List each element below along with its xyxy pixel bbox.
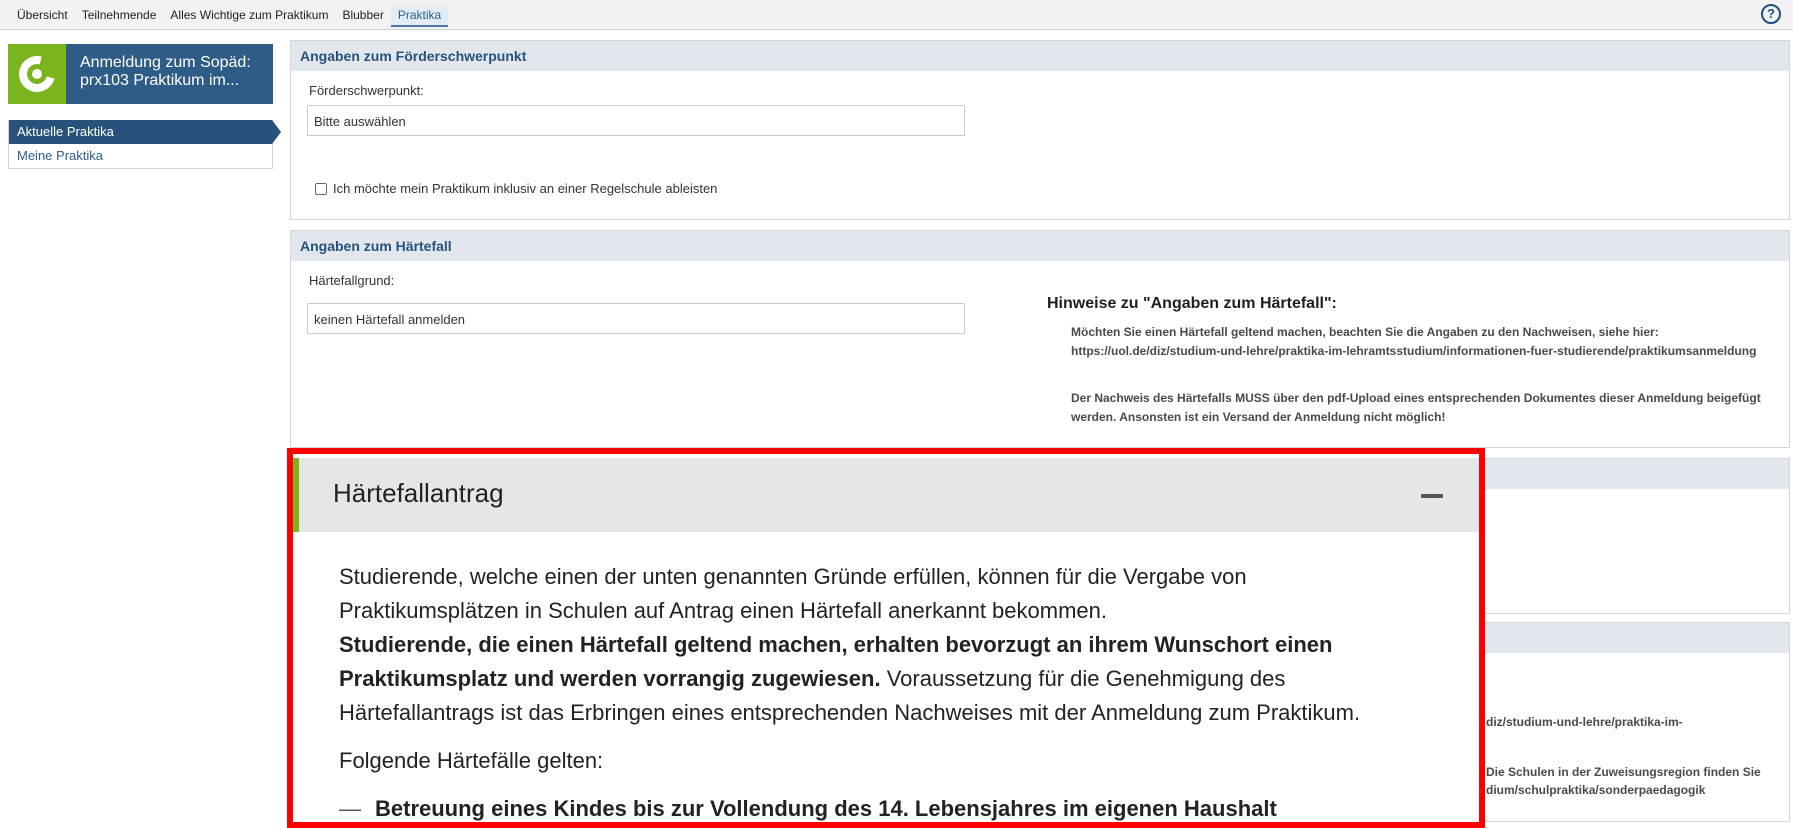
panel-haertefall: Angaben zum Härtefall Härtefallgrund: ke… [290, 230, 1790, 448]
background-text: dium/schulpraktika/sonderpaedagogik [1486, 783, 1706, 797]
panel-heading: Angaben zum Härtefall [291, 231, 1789, 261]
field-label: Förderschwerpunkt: [309, 83, 424, 98]
hint-paragraph: Der Nachweis des Härtefalls MUSS über de… [1071, 391, 1761, 424]
overlay-paragraph: Folgende Härtefälle gelten: [339, 748, 604, 773]
sidebar-item-meine-praktika[interactable]: Meine Praktika [9, 144, 272, 168]
tab-uebersicht[interactable]: Übersicht [10, 7, 75, 27]
overlay-title: Härtefallantrag [333, 478, 504, 508]
inklusiv-checkbox-row[interactable]: Ich möchte mein Praktikum inklusiv an ei… [315, 181, 717, 196]
accordion-header[interactable]: Härtefallantrag [293, 458, 1479, 532]
background-text: diz/studium-und-lehre/praktika-im- [1486, 715, 1683, 729]
course-logo-icon [8, 44, 66, 104]
panel-foerderschwerpunkt: Angaben zum Förderschwerpunkt Förderschw… [290, 40, 1790, 220]
dash-bullet: — [339, 796, 361, 821]
tab-bar: Übersicht Teilnehmende Alles Wichtige zu… [10, 7, 449, 27]
hint-paragraph: Möchten Sie einen Härtefall geltend mach… [1071, 325, 1757, 358]
inklusiv-checkbox[interactable] [315, 182, 327, 195]
top-navigation: Übersicht Teilnehmende Alles Wichtige zu… [0, 0, 1793, 30]
haertefallantrag-overlay: Härtefallantrag Studierende, welche eine… [287, 448, 1485, 828]
overlay-paragraph: Studierende, welche einen der unten gena… [339, 564, 1361, 725]
sidebar-nav: Aktuelle Praktika Meine Praktika [8, 120, 281, 169]
list-item: — Betreuung eines Kindes bis zur Vollend… [339, 792, 1427, 822]
foerderschwerpunkt-select[interactable]: Bitte auswählen [307, 105, 965, 136]
checkbox-label: Ich möchte mein Praktikum inklusiv an ei… [333, 181, 718, 196]
tab-praktika[interactable]: Praktika [390, 7, 449, 27]
tab-blubber[interactable]: Blubber [335, 7, 390, 27]
panel-heading: Angaben zum Förderschwerpunkt [291, 41, 1789, 71]
course-header[interactable]: Anmeldung zum Sopäd: prx103 Praktikum im… [8, 44, 273, 104]
background-text: Die Schulen in der Zuweisungsregion find… [1486, 765, 1761, 779]
haertefallgrund-select[interactable]: keinen Härtefall anmelden [307, 303, 965, 334]
tab-teilnehmende[interactable]: Teilnehmende [75, 7, 164, 27]
help-icon[interactable]: ? [1761, 4, 1781, 24]
collapse-icon[interactable] [1421, 494, 1443, 498]
course-title: Anmeldung zum Sopäd: prx103 Praktikum im… [80, 54, 251, 89]
field-label: Härtefallgrund: [309, 273, 395, 288]
tab-alles-wichtige[interactable]: Alles Wichtige zum Praktikum [163, 7, 335, 27]
hint-title: Hinweise zu "Angaben zum Härtefall": [1047, 295, 1337, 312]
overlay-body: Studierende, welche einen der unten gena… [293, 532, 1473, 822]
sidebar-item-aktuelle-praktika[interactable]: Aktuelle Praktika [9, 120, 281, 144]
